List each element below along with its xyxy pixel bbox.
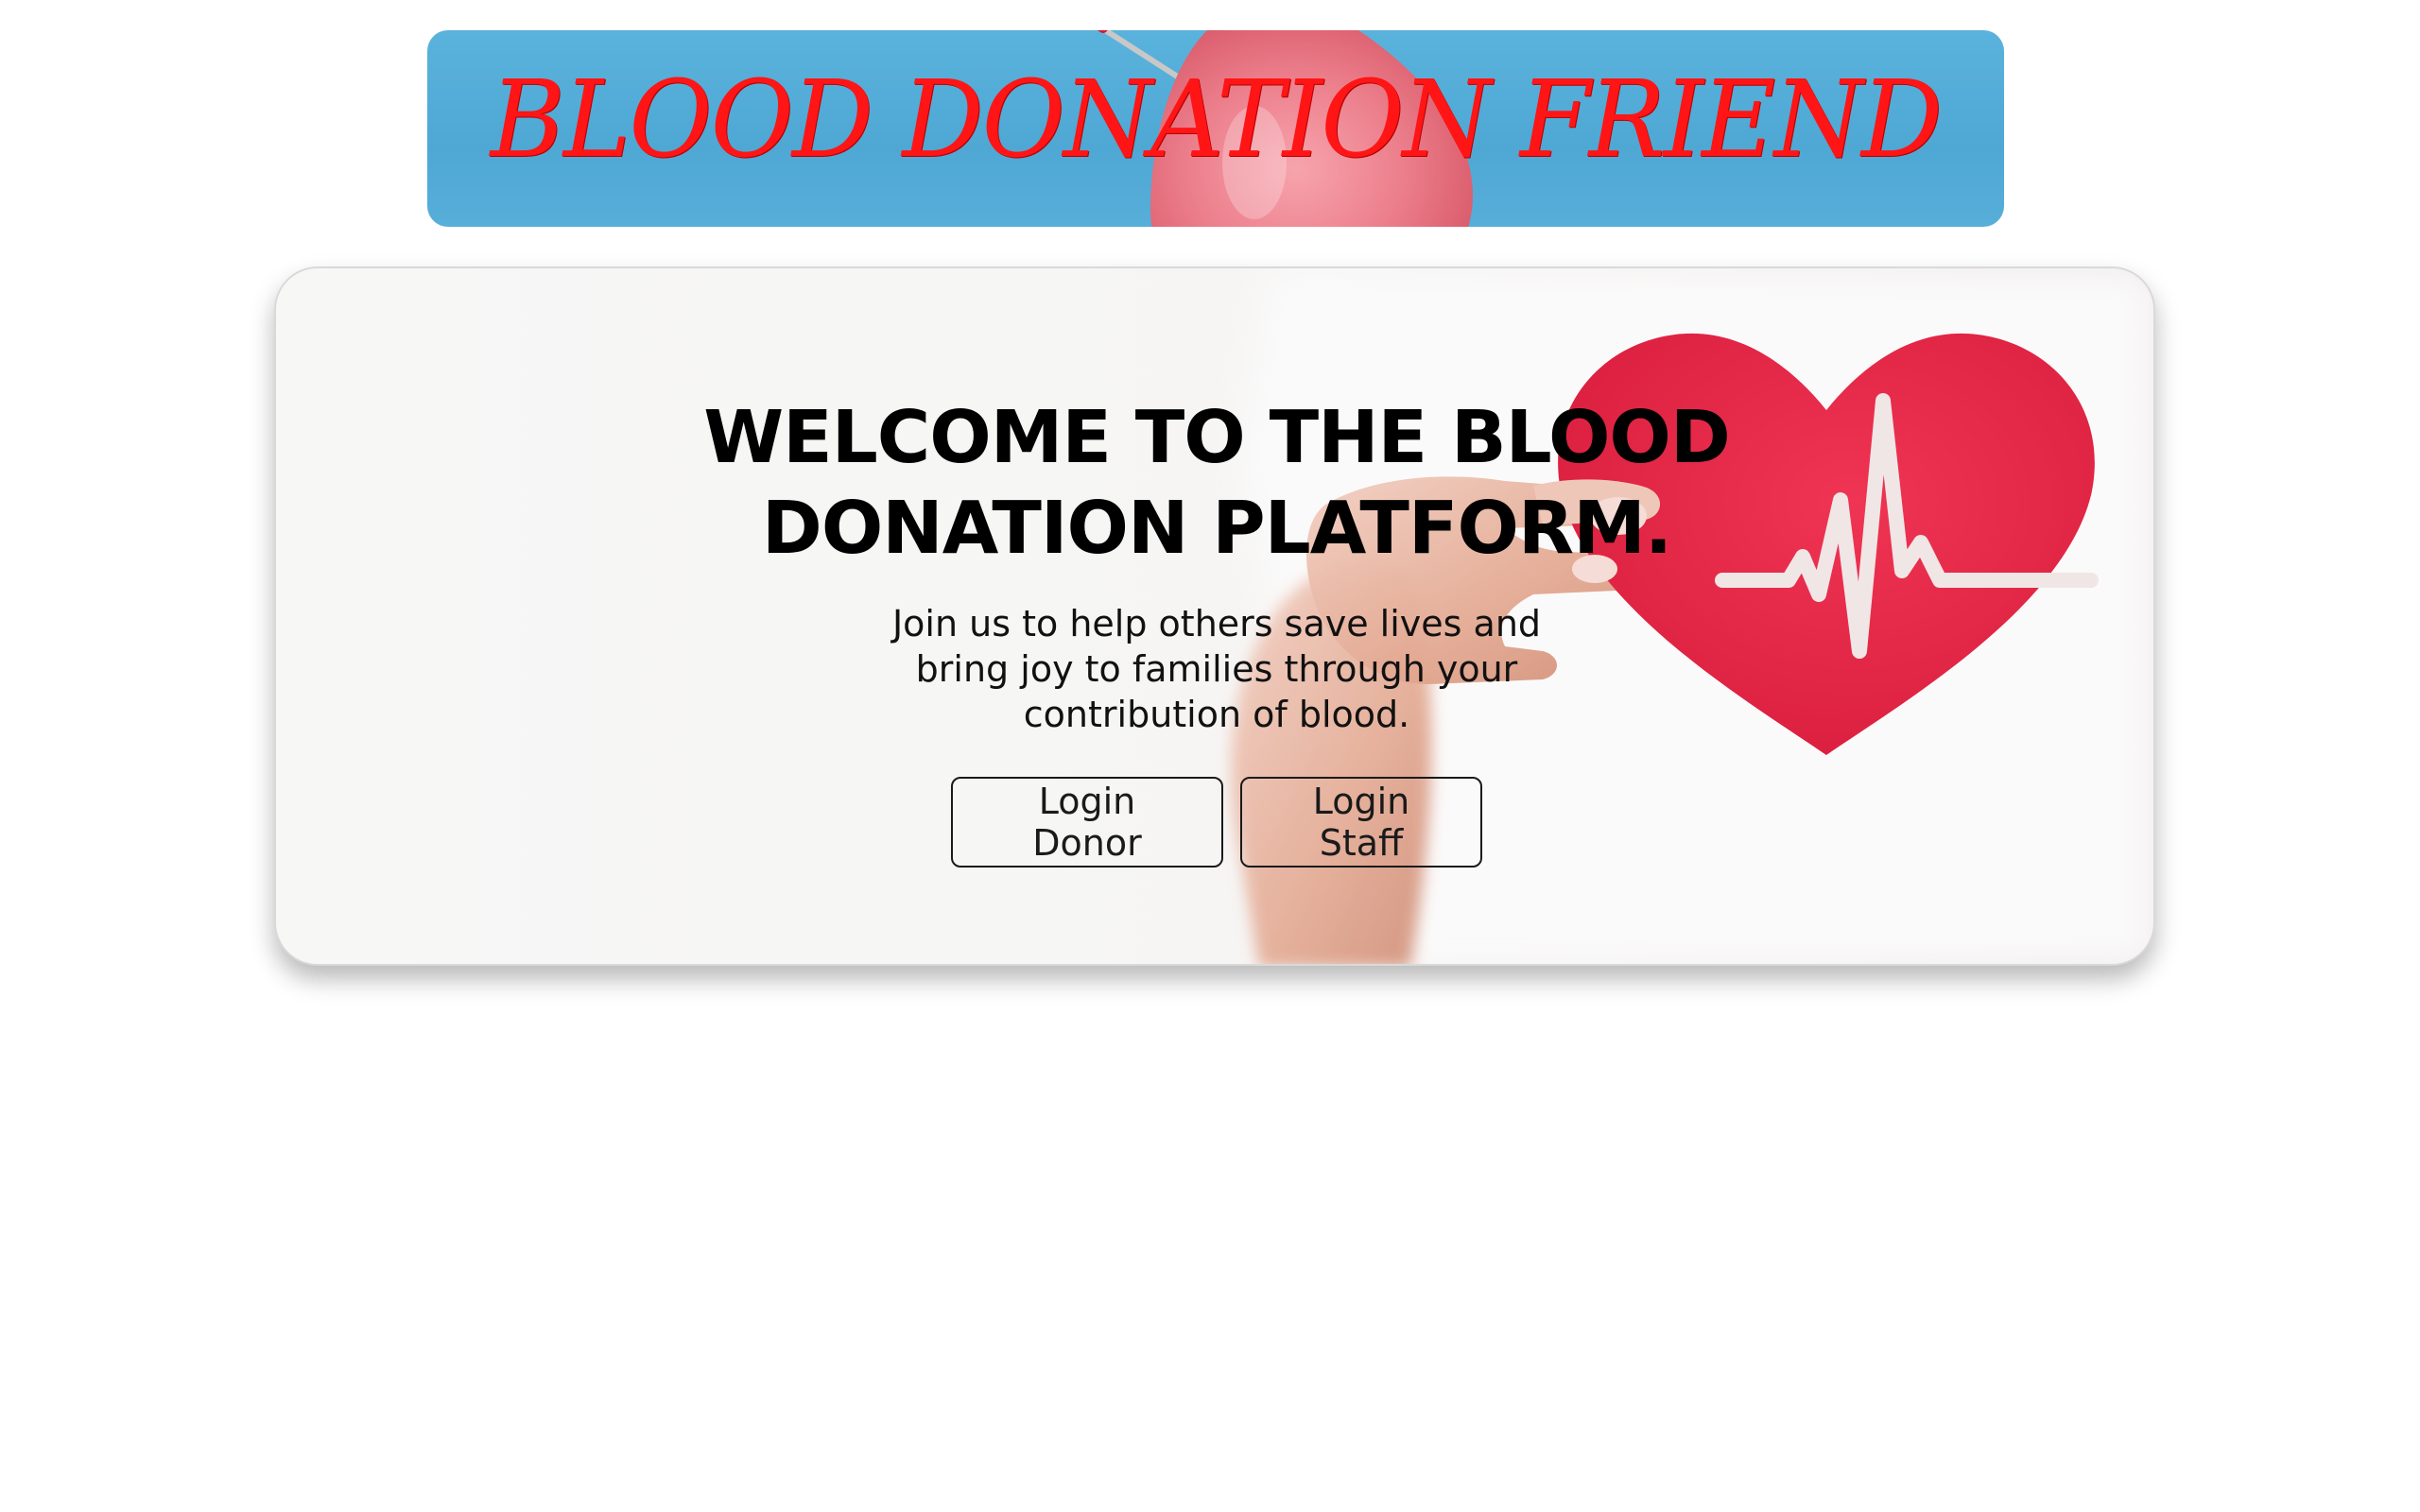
- site-banner: BLOOD DONATION FRIEND: [427, 30, 2004, 227]
- welcome-subtitle: Join us to help others save lives and br…: [891, 603, 1542, 735]
- login-staff-button[interactable]: Login Staff: [1240, 777, 1482, 868]
- login-buttons: Login Donor Login Staff: [276, 777, 2153, 868]
- welcome-card: WELCOME TO THE BLOOD DONATION PLATFORM. …: [274, 266, 2155, 966]
- banner-title: BLOOD DONATION FRIEND: [490, 59, 1943, 181]
- welcome-heading: WELCOME TO THE BLOOD DONATION PLATFORM.: [703, 396, 1731, 571]
- login-donor-button[interactable]: Login Donor: [951, 777, 1223, 868]
